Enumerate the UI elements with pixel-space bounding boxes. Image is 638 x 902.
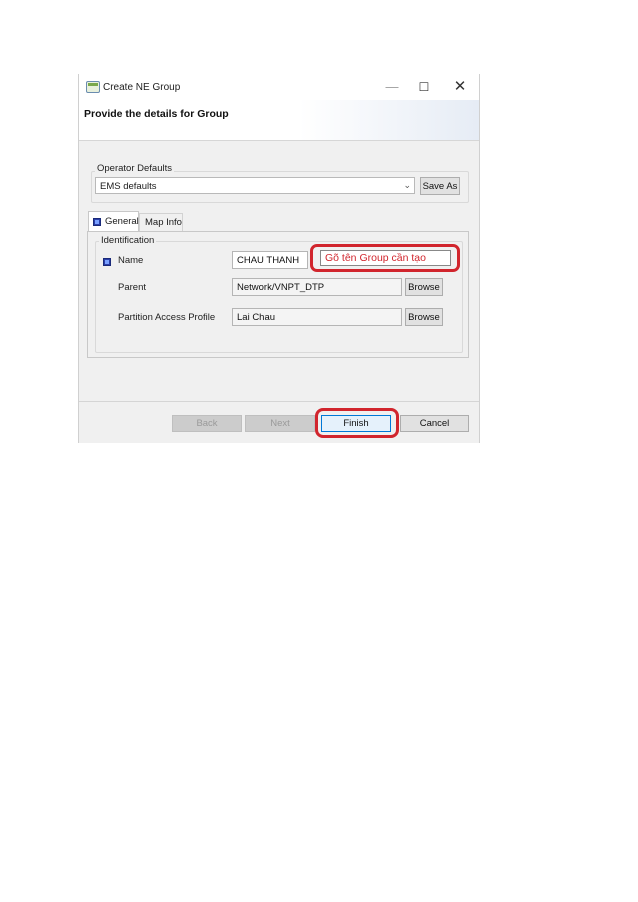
ne-group-icon <box>86 81 100 93</box>
parent-label: Parent <box>118 282 146 293</box>
maximize-icon[interactable]: ☐ <box>409 77 439 97</box>
name-input[interactable]: CHAU THANH <box>232 251 308 269</box>
back-button[interactable]: Back <box>172 415 242 432</box>
parent-field: Network/VNPT_DTP <box>232 278 402 296</box>
annotation-text-box: Gõ tên Group cần tạo <box>320 250 451 266</box>
name-label: Name <box>118 255 144 266</box>
parent-browse-button[interactable]: Browse <box>405 278 443 296</box>
window-title: Create NE Group <box>103 82 181 93</box>
title-bar: Create NE Group — ☐ ✕ <box>79 74 479 100</box>
finish-highlight-annotation <box>315 408 399 438</box>
annotation-text: Gõ tên Group cần tạo <box>325 252 426 264</box>
chevron-down-icon[interactable]: ⌄ <box>403 180 411 191</box>
tab-map-info[interactable]: Map Info <box>139 213 183 231</box>
square-bullet-icon <box>93 218 101 226</box>
annotation-callout: Gõ tên Group cần tạo <box>310 244 460 272</box>
close-icon[interactable]: ✕ <box>445 77 475 97</box>
operator-defaults-value: EMS defaults <box>100 181 157 192</box>
save-as-button[interactable]: Save As <box>420 177 460 195</box>
partition-access-profile-label: Partition Access Profile <box>118 312 216 323</box>
tab-general-label: General <box>105 216 139 227</box>
partition-access-profile-field: Lai Chau <box>232 308 402 326</box>
square-bullet-icon <box>103 258 111 266</box>
operator-defaults-label: Operator Defaults <box>95 163 174 174</box>
next-button[interactable]: Next <box>245 415 315 432</box>
tab-map-info-label: Map Info <box>145 217 182 228</box>
page-title: Provide the details for Group <box>84 108 229 120</box>
operator-defaults-select[interactable]: EMS defaults ⌄ <box>95 177 415 194</box>
identification-label: Identification <box>99 235 157 246</box>
minimize-icon[interactable]: — <box>377 77 407 97</box>
partition-browse-button[interactable]: Browse <box>405 308 443 326</box>
cancel-button[interactable]: Cancel <box>400 415 469 432</box>
wizard-header: Provide the details for Group <box>79 100 479 141</box>
create-ne-group-dialog: Create NE Group — ☐ ✕ Provide the detail… <box>78 74 480 443</box>
tab-general[interactable]: General <box>88 211 139 232</box>
